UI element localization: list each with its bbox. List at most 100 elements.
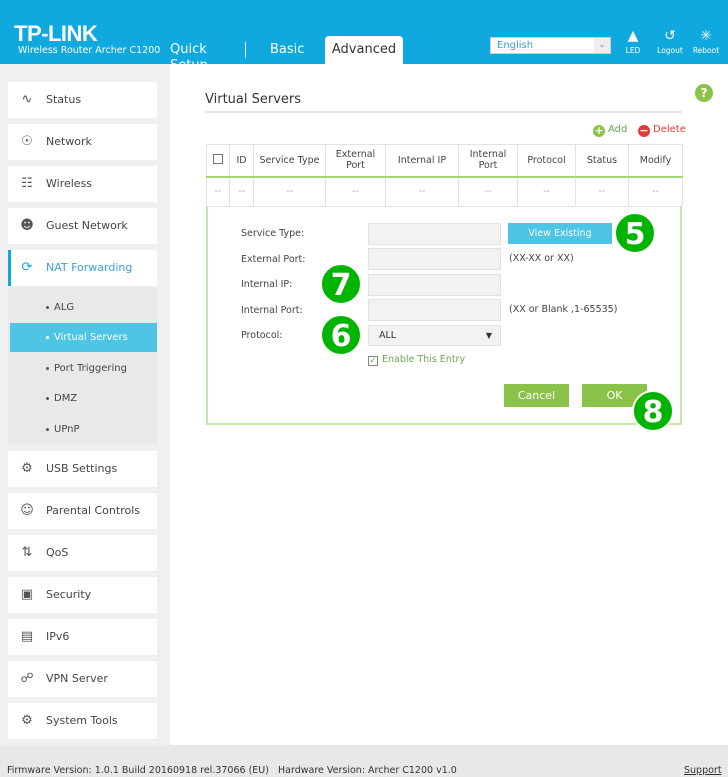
logout-icon: ↺: [664, 28, 676, 44]
delete-button[interactable]: − Delete: [638, 124, 686, 137]
protocol-select[interactable]: ALL ▼: [368, 325, 501, 346]
led-button[interactable]: ▲ LED: [615, 28, 651, 55]
gear-icon: ⚙: [21, 713, 33, 728]
internal-port-input[interactable]: [368, 299, 501, 321]
table-cell: --: [253, 175, 326, 207]
reboot-label: Reboot: [692, 46, 720, 55]
column-header: ID: [229, 144, 254, 177]
page-title: Virtual Servers: [205, 92, 302, 107]
annotation-badge: 5: [614, 212, 656, 254]
vpn-icon: ☍: [20, 671, 34, 686]
service-type-label: Service Type:: [241, 228, 305, 239]
submenu-label: ALG: [54, 302, 75, 313]
model-name: Wireless Router Archer C1200: [18, 45, 161, 56]
sidebar-item-vpn-server[interactable]: ☍ VPN Server: [8, 661, 157, 697]
annotation-badge: 6: [320, 314, 362, 356]
table-cell: --: [458, 175, 518, 207]
divider: [205, 111, 682, 113]
language-select[interactable]: English ⌄: [490, 37, 611, 54]
logout-button[interactable]: ↺ Logout: [652, 28, 688, 55]
reboot-icon: ✳: [700, 28, 712, 44]
column-header: Internal Port: [458, 144, 518, 177]
footer: Firmware Version: 1.0.1 Build 20160918 r…: [0, 745, 728, 777]
sidebar-item-label: USB Settings: [46, 462, 118, 475]
column-header: Status: [575, 144, 629, 177]
column-header: Internal IP: [385, 144, 459, 177]
external-port-hint: (XX-XX or XX): [509, 253, 574, 264]
virtual-servers-table: ID Service Type External Port Internal I…: [206, 144, 683, 207]
submenu-dmz[interactable]: DMZ: [10, 384, 157, 413]
minus-icon: −: [638, 124, 650, 137]
external-port-label: External Port:: [241, 254, 306, 265]
table-row: -- -- -- -- -- -- -- -- --: [206, 175, 683, 207]
refresh-icon: ⟳: [21, 260, 33, 275]
table-header: ID Service Type External Port Internal I…: [206, 144, 683, 177]
table-cell: --: [206, 175, 230, 207]
logout-label: Logout: [657, 46, 683, 55]
submenu-virtual-servers[interactable]: Virtual Servers: [10, 323, 157, 352]
sidebar-item-network[interactable]: ☉ Network: [8, 124, 157, 160]
submenu-label: Virtual Servers: [54, 332, 128, 343]
annotation-badge: 7: [320, 263, 362, 305]
sidebar-item-parental-controls[interactable]: ☺ Parental Controls: [8, 493, 157, 529]
sidebar-item-label: QoS: [46, 546, 69, 559]
submenu-port-triggering[interactable]: Port Triggering: [10, 354, 157, 383]
sidebar-item-label: System Tools: [46, 714, 118, 727]
service-type-input[interactable]: [368, 223, 501, 245]
add-button[interactable]: + Add: [593, 124, 627, 137]
wifi-icon: ☷: [21, 176, 33, 191]
table-cell: --: [385, 175, 459, 207]
sidebar-item-wireless[interactable]: ☷ Wireless: [8, 166, 157, 202]
cancel-button[interactable]: Cancel: [504, 384, 569, 407]
annotation-badge: 8: [632, 390, 674, 432]
submenu-alg[interactable]: ALG: [10, 293, 157, 322]
sidebar-item-guest-network[interactable]: ☻ Guest Network: [8, 208, 157, 244]
submenu-label: Port Triggering: [54, 363, 127, 374]
column-header: External Port: [325, 144, 386, 177]
submenu-label: DMZ: [54, 393, 78, 404]
select-all-checkbox[interactable]: [206, 144, 230, 177]
table-cell: --: [229, 175, 254, 207]
usb-icon: ⚙: [21, 461, 33, 476]
globe-icon: ☉: [21, 134, 33, 149]
header: TP-LINK Wireless Router Archer C1200 Qui…: [0, 0, 728, 73]
sidebar-item-status[interactable]: ∿ Status: [8, 82, 157, 118]
enable-label: Enable This Entry: [382, 354, 466, 365]
column-header: Protocol: [517, 144, 576, 177]
view-existing-services-button[interactable]: View Existing Services: [508, 223, 612, 260]
ipv6-icon: ▤: [20, 629, 34, 644]
sidebar-item-label: NAT Forwarding: [46, 261, 133, 274]
plus-icon: +: [593, 124, 605, 137]
led-label: LED: [625, 46, 641, 55]
sidebar-item-ipv6[interactable]: ▤ IPv6: [8, 619, 157, 655]
column-header: Service Type: [253, 144, 326, 177]
sidebar-item-qos[interactable]: ⇅ QoS: [8, 535, 157, 571]
reboot-button[interactable]: ✳ Reboot: [688, 28, 724, 55]
tab-quick-setup[interactable]: Quick Setup: [170, 42, 246, 73]
external-port-input[interactable]: [368, 248, 501, 270]
help-icon[interactable]: ?: [695, 84, 713, 102]
sidebar-item-label: Status: [46, 93, 82, 106]
sidebar-item-label: Wireless: [46, 177, 93, 190]
sidebar-item-nat-forwarding[interactable]: ⟳ NAT Forwarding: [8, 250, 157, 286]
protocol-label: Protocol:: [241, 330, 283, 341]
submenu-upnp[interactable]: UPnP: [10, 415, 157, 444]
chevron-down-icon: ⌄: [594, 38, 610, 53]
support-link[interactable]: Support: [684, 765, 722, 776]
tab-advanced[interactable]: Advanced: [325, 36, 403, 64]
enable-entry-checkbox[interactable]: ✓ Enable This Entry: [368, 354, 465, 366]
sidebar-item-label: VPN Server: [46, 672, 108, 685]
sidebar-item-security[interactable]: ▣ Security: [8, 577, 157, 613]
internal-ip-input[interactable]: [368, 274, 501, 296]
tab-basic[interactable]: Basic: [270, 36, 304, 64]
add-label: Add: [608, 124, 628, 135]
lock-icon: ▣: [20, 587, 34, 602]
sidebar-item-system-tools[interactable]: ⚙ System Tools: [8, 703, 157, 739]
pulse-icon: ∿: [21, 92, 33, 107]
internal-ip-label: Internal IP:: [241, 279, 293, 290]
caret-down-icon: ▼: [485, 331, 492, 340]
sidebar-item-usb-settings[interactable]: ⚙ USB Settings: [8, 451, 157, 487]
family-icon: ☺: [20, 503, 34, 518]
sidebar-item-label: Security: [46, 588, 92, 601]
qos-icon: ⇅: [21, 545, 33, 560]
